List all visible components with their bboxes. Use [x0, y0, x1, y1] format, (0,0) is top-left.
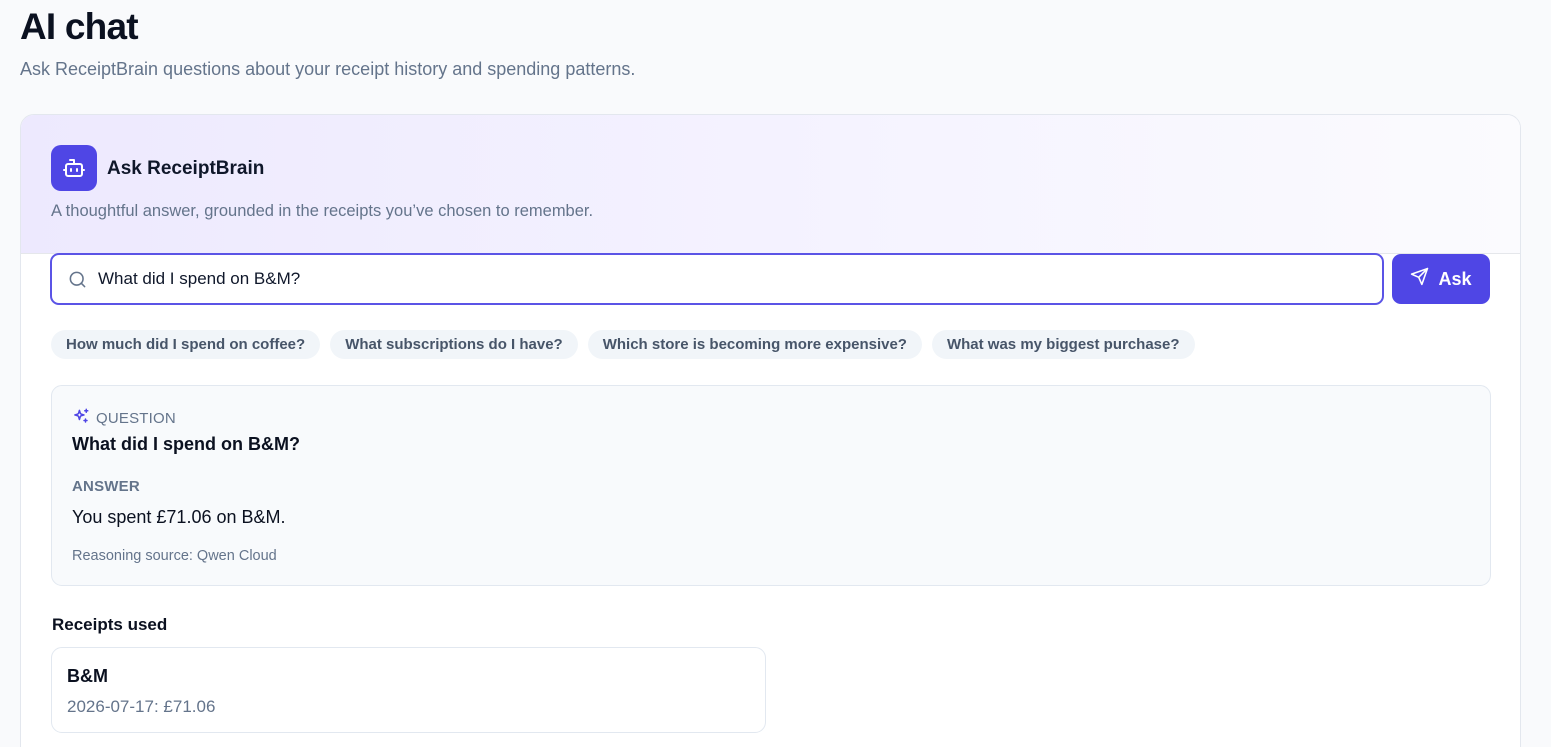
- robot-icon: [51, 145, 97, 191]
- search-box[interactable]: [50, 253, 1384, 305]
- ask-button-label: Ask: [1438, 268, 1472, 289]
- reasoning-source: Reasoning source: Qwen Cloud: [72, 548, 277, 564]
- suggestion-chip-subscriptions[interactable]: What subscriptions do I have?: [330, 330, 578, 359]
- suggestion-chip-coffee[interactable]: How much did I spend on coffee?: [51, 330, 321, 359]
- answer-label: Answer: [72, 478, 140, 495]
- card-header: Ask ReceiptBrain A thoughtful answer, gr…: [21, 115, 1520, 254]
- question-text: What did I spend on B&M?: [72, 434, 300, 454]
- receipt-detail: 2026-07-17: £71.06: [67, 697, 216, 716]
- send-icon: [1410, 267, 1429, 291]
- ask-button[interactable]: Ask: [1392, 254, 1490, 304]
- receipts-used-heading: Receipts used: [52, 615, 168, 634]
- suggestion-chip-store-price[interactable]: Which store is becoming more expensive?: [587, 330, 922, 359]
- page-subtitle: Ask ReceiptBrain questions about your re…: [20, 59, 636, 79]
- chat-card: Ask ReceiptBrain A thoughtful answer, gr…: [20, 114, 1521, 747]
- suggestion-chip-biggest-purchase[interactable]: What was my biggest purchase?: [931, 330, 1195, 359]
- suggestion-chips: How much did I spend on coffee? What sub…: [51, 330, 1195, 359]
- question-label-row: Question: [72, 407, 176, 429]
- search-icon: [68, 270, 87, 294]
- search-input[interactable]: [98, 255, 1368, 303]
- receipt-card[interactable]: B&M 2026-07-17: £71.06: [51, 647, 766, 733]
- page-title: AI chat: [20, 6, 139, 47]
- assistant-tagline: A thoughtful answer, grounded in the rec…: [51, 202, 594, 220]
- sparkles-icon: [72, 407, 90, 429]
- answer-panel: Question What did I spend on B&M? Answer…: [51, 385, 1491, 586]
- answer-text: You spent £71.06 on B&M.: [72, 507, 286, 527]
- question-label: Question: [96, 409, 176, 427]
- receipt-store: B&M: [67, 666, 108, 686]
- assistant-title: Ask ReceiptBrain: [107, 158, 265, 179]
